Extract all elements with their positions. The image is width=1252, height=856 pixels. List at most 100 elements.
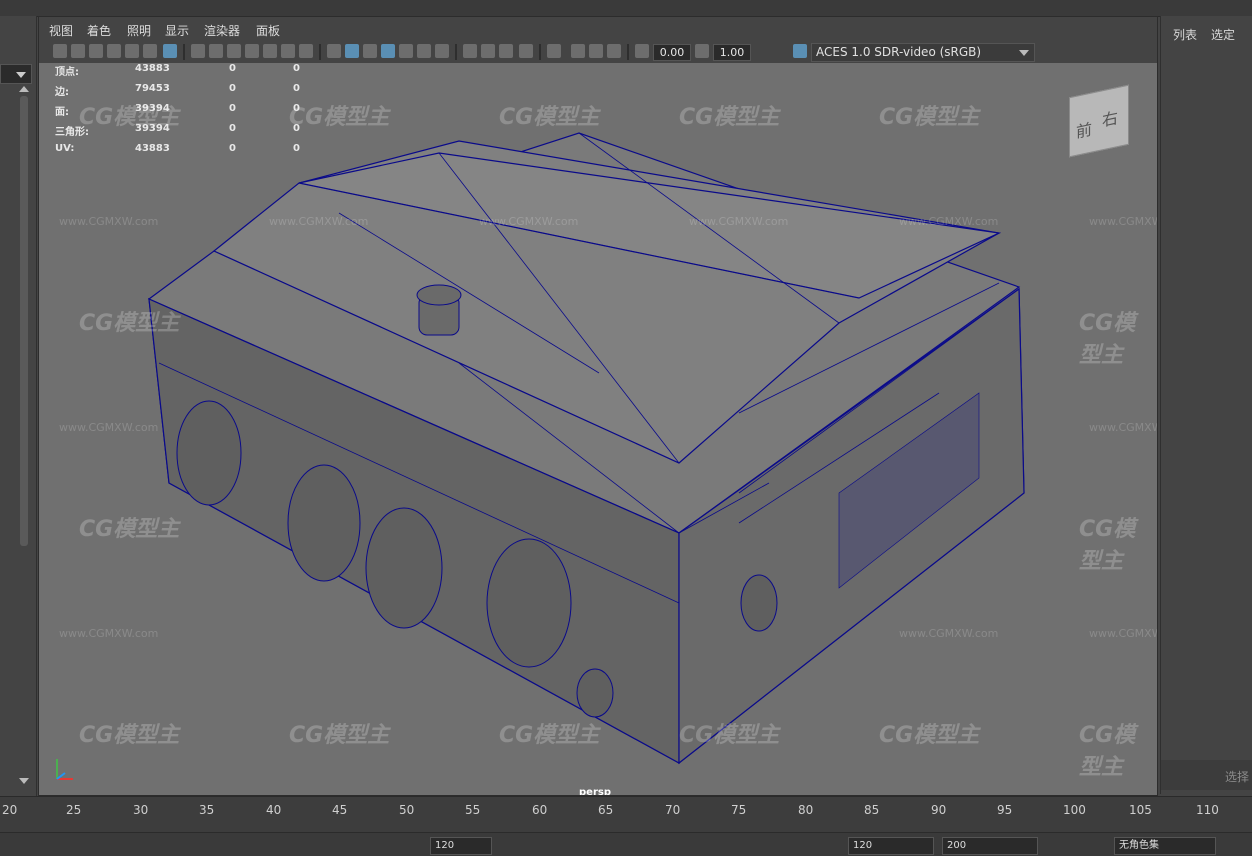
watermark-logo: CG模型主 — [289, 723, 390, 748]
xray-icon[interactable] — [571, 44, 585, 58]
depth-of-field-icon[interactable] — [519, 44, 533, 58]
timeline-tick: 35 — [199, 803, 215, 817]
watermark-url: www.CGMXW.com — [899, 627, 999, 640]
timeline-tick: 65 — [598, 803, 614, 817]
xray-components-icon[interactable] — [607, 44, 621, 58]
view-cube[interactable]: 前 右 — [1069, 84, 1129, 158]
timeline-tick: 75 — [731, 803, 747, 817]
textured-icon[interactable] — [399, 44, 413, 58]
watermark-logo: CG模型主 — [289, 105, 390, 130]
wireframe-on-shaded-icon[interactable] — [381, 44, 395, 58]
hud-label: 面: — [55, 107, 69, 118]
resolution-gate-icon[interactable] — [227, 44, 241, 58]
viewport-panel: 视图 着色 照明 显示 渲染器 面板 0.00 1.00 ACES 1.0 SD… — [38, 16, 1158, 796]
watermark-url: www.CGMXW.com — [1089, 627, 1157, 640]
hud-value: 0 — [229, 103, 236, 114]
left-scrollbar[interactable] — [20, 96, 28, 546]
watermark-url: www.CGMXW.com — [59, 421, 159, 434]
separator — [319, 44, 321, 60]
move-icon[interactable] — [143, 44, 157, 58]
default-material-icon[interactable] — [363, 44, 377, 58]
watermark-url: www.CGMXW.com — [479, 215, 579, 228]
menu-lighting[interactable]: 照明 — [127, 22, 151, 39]
menu-shading[interactable]: 着色 — [87, 22, 111, 39]
timeline-tick: 50 — [399, 803, 415, 817]
character-set-field[interactable]: 无角色集 — [1114, 837, 1216, 855]
scroll-up-icon[interactable] — [19, 86, 29, 92]
range-slider-bar: 120 120 200 无角色集 — [0, 832, 1252, 856]
isolate-select-icon[interactable] — [547, 44, 561, 58]
wireframe-model — [147, 132, 1025, 765]
timeline-tick: 80 — [798, 803, 814, 817]
screen-space-ao-icon[interactable] — [463, 44, 477, 58]
gate-mask-icon[interactable] — [245, 44, 259, 58]
timeline-tick: 100 — [1063, 803, 1086, 817]
wireframe-icon[interactable] — [327, 44, 341, 58]
xray-joints-icon[interactable] — [589, 44, 603, 58]
watermark-logo: CG模型主 — [1079, 311, 1136, 368]
watermark-logo: CG模型主 — [879, 723, 980, 748]
pan-zoom-icon[interactable] — [125, 44, 139, 58]
grid-icon[interactable] — [191, 44, 205, 58]
camera-icon[interactable] — [53, 44, 67, 58]
camera-attr-icon[interactable] — [71, 44, 85, 58]
menu-show[interactable]: 显示 — [165, 22, 189, 39]
anti-alias-icon[interactable] — [499, 44, 513, 58]
separator — [539, 44, 541, 60]
timeline-tick: 70 — [665, 803, 681, 817]
exposure-field[interactable]: 0.00 — [653, 44, 691, 61]
anim-end-field[interactable]: 200 — [942, 837, 1038, 855]
timeline-tick: 55 — [465, 803, 481, 817]
color-management-icon[interactable] — [793, 44, 807, 58]
3d-viewport[interactable]: 顶点: 43883 0 0 边: 79453 0 0 面: 39394 0 0 … — [39, 63, 1157, 795]
hud-value: 43883 — [135, 143, 170, 154]
hud-label: 顶点: — [55, 67, 79, 78]
watermark-logo: CG模型主 — [499, 105, 600, 130]
timeline-tick: 105 — [1129, 803, 1152, 817]
watermark-logo: CG模型主 — [499, 723, 600, 748]
safe-action-icon[interactable] — [281, 44, 295, 58]
tab-list[interactable]: 列表 — [1173, 26, 1197, 43]
hud-value: 43883 — [135, 63, 170, 74]
hud-value: 0 — [229, 63, 236, 74]
view-cube-right-label: 右 — [1102, 107, 1119, 131]
timeline-tick: 30 — [133, 803, 149, 817]
shadows-icon[interactable] — [435, 44, 449, 58]
gamma-icon[interactable] — [695, 44, 709, 58]
view-cube-front-label: 前 — [1076, 119, 1093, 142]
range-field[interactable]: 120 — [430, 837, 492, 855]
watermark-logo: CG模型主 — [79, 517, 180, 542]
lights-icon[interactable] — [417, 44, 431, 58]
grease-pencil-icon[interactable] — [163, 44, 177, 58]
watermark-url: www.CGMXW.com — [59, 627, 159, 640]
image-plane-icon[interactable] — [107, 44, 121, 58]
watermark-logo: CG模型主 — [79, 105, 180, 130]
hud-value: 0 — [293, 143, 300, 154]
exposure-icon[interactable] — [635, 44, 649, 58]
hud-value: 0 — [229, 83, 236, 94]
range-end-field[interactable]: 120 — [848, 837, 934, 855]
safe-title-icon[interactable] — [299, 44, 313, 58]
color-space-dropdown[interactable]: ACES 1.0 SDR-video (sRGB) — [811, 43, 1035, 62]
bookmark-icon[interactable] — [89, 44, 103, 58]
menu-view[interactable]: 视图 — [49, 22, 73, 39]
watermark-logo: CG模型主 — [1079, 723, 1136, 780]
left-panel-dropdown[interactable] — [0, 64, 32, 84]
film-gate-icon[interactable] — [209, 44, 223, 58]
menu-panels[interactable]: 面板 — [256, 22, 280, 39]
motion-blur-icon[interactable] — [481, 44, 495, 58]
timeline[interactable]: 20 25 30 35 40 45 50 55 60 65 70 75 80 8… — [0, 796, 1252, 833]
timeline-tick: 110 — [1196, 803, 1219, 817]
timeline-tick: 85 — [864, 803, 880, 817]
hud-value: 0 — [293, 63, 300, 74]
gamma-field[interactable]: 1.00 — [713, 44, 751, 61]
menu-renderer[interactable]: 渲染器 — [204, 22, 240, 39]
field-chart-icon[interactable] — [263, 44, 277, 58]
scroll-down-icon[interactable] — [19, 778, 29, 784]
tab-selected[interactable]: 选定 — [1211, 26, 1235, 43]
panel-menubar: 视图 着色 照明 显示 渲染器 面板 — [39, 17, 1157, 41]
watermark-url: www.CGMXW.com — [269, 215, 369, 228]
smooth-shade-icon[interactable] — [345, 44, 359, 58]
watermark-url: www.CGMXW.com — [899, 215, 999, 228]
select-button[interactable]: 选择 — [1225, 768, 1249, 785]
